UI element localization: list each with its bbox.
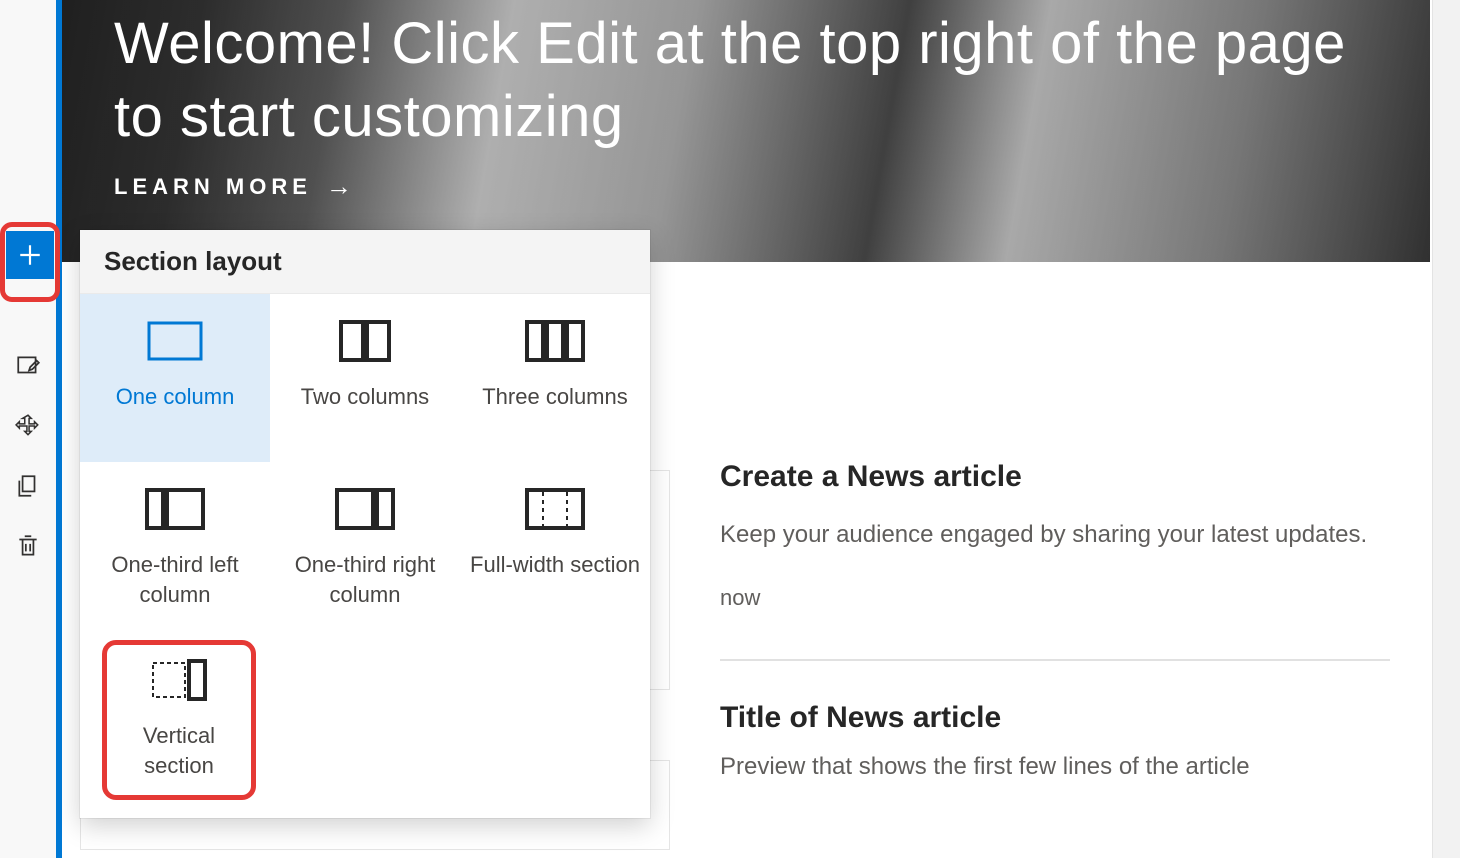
delete-section-button[interactable] — [14, 532, 42, 560]
flyout-title: Section layout — [80, 230, 650, 294]
trash-icon — [15, 533, 41, 559]
layout-option-three-columns[interactable]: Three columns — [460, 294, 650, 462]
layout-option-label: One-third right column — [280, 550, 450, 609]
news-create-meta: now — [720, 585, 1390, 611]
section-toolbar — [0, 0, 56, 858]
layout-option-label: Vertical section — [117, 721, 241, 780]
move-icon — [15, 413, 41, 439]
news-create-title: Create a News article — [720, 460, 1390, 494]
layout-option-label: Full-width section — [470, 550, 640, 580]
scrollbar[interactable] — [1432, 0, 1460, 858]
news-item-body: Preview that shows the first few lines o… — [720, 753, 1390, 781]
plus-icon — [17, 242, 43, 268]
layout-option-label: Two columns — [301, 382, 429, 412]
hero-title: Welcome! Click Edit at the top right of … — [114, 8, 1382, 153]
section-layout-flyout: Section layout One column Two columns Th… — [80, 230, 650, 818]
hero-banner: Welcome! Click Edit at the top right of … — [62, 0, 1430, 262]
edit-icon — [15, 353, 41, 379]
layout-option-two-columns[interactable]: Two columns — [270, 294, 460, 462]
three-columns-icon — [525, 318, 585, 364]
layout-option-label: One column — [116, 382, 235, 412]
copy-icon — [15, 473, 41, 499]
layout-option-label: Three columns — [482, 382, 628, 412]
layout-option-one-third-right[interactable]: One-third right column — [270, 462, 460, 630]
layout-option-full-width[interactable]: Full-width section — [460, 462, 650, 630]
news-create-card[interactable]: Create a News article Keep your audience… — [720, 460, 1390, 631]
two-columns-icon — [335, 318, 395, 364]
layout-option-vertical-section[interactable]: Vertical section — [80, 630, 270, 818]
divider — [720, 659, 1390, 661]
layout-option-label: One-third left column — [90, 550, 260, 609]
full-width-icon — [525, 486, 585, 532]
add-section-button[interactable] — [6, 231, 54, 279]
vertical-section-icon — [149, 657, 209, 703]
one-column-icon — [145, 318, 205, 364]
section-selection-bar — [56, 0, 62, 858]
news-item-title[interactable]: Title of News article — [720, 701, 1390, 735]
layout-options-grid: One column Two columns Three columns One… — [80, 294, 650, 818]
news-content-area: Create a News article Keep your audience… — [680, 280, 1430, 781]
edit-section-button[interactable] — [14, 352, 42, 380]
move-section-button[interactable] — [14, 412, 42, 440]
vertical-section-highlight: Vertical section — [102, 640, 256, 800]
news-create-body: Keep your audience engaged by sharing yo… — [720, 518, 1390, 553]
arrow-right-icon: → — [326, 171, 352, 202]
copy-section-button[interactable] — [14, 472, 42, 500]
one-third-right-icon — [335, 486, 395, 532]
layout-option-one-column[interactable]: One column — [80, 294, 270, 462]
learn-more-link[interactable]: LEARN MORE → — [114, 171, 1382, 202]
page-root: Welcome! Click Edit at the top right of … — [0, 0, 1460, 858]
add-section-highlight — [0, 222, 60, 302]
one-third-left-icon — [145, 486, 205, 532]
layout-option-one-third-left[interactable]: One-third left column — [80, 462, 270, 630]
learn-more-label: LEARN MORE — [114, 174, 312, 200]
